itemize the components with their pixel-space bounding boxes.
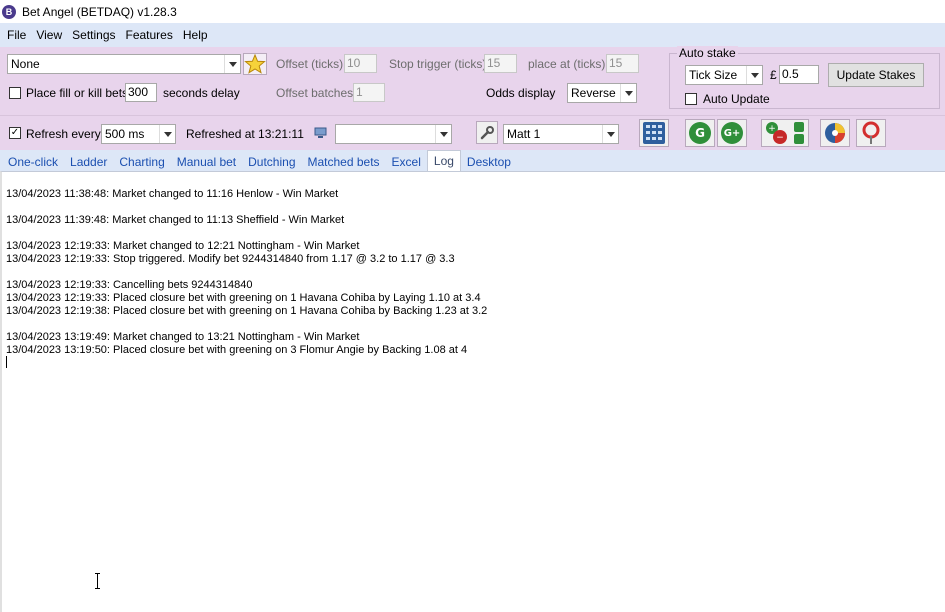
tab-ladder[interactable]: Ladder [64,152,113,171]
tab-manual-bet[interactable]: Manual bet [171,152,242,171]
tab-desktop[interactable]: Desktop [461,152,517,171]
stop-trigger-field[interactable]: 15 [484,54,517,73]
menu-settings[interactable]: Settings [68,28,119,42]
menu-view[interactable]: View [32,28,66,42]
wheel-icon [825,123,845,143]
place-fill-kill-label: Place fill or kill bets [26,86,129,100]
log-line: 13/04/2023 13:19:50: Placed closure bet … [6,344,468,356]
tab-charting[interactable]: Charting [113,152,170,171]
green-up-button[interactable]: G [685,119,715,147]
stop-button[interactable] [856,119,886,147]
chevron-down-icon[interactable] [435,125,451,143]
market-select-value: None [11,57,40,71]
auto-update-label: Auto Update [703,92,770,106]
user-select[interactable]: Matt 1 [503,124,619,144]
tab-dutching[interactable]: Dutching [242,152,301,171]
chevron-down-icon[interactable] [602,125,618,143]
text-caret [6,356,7,368]
monitor-icon[interactable] [313,126,329,140]
tab-one-click[interactable]: One-click [2,152,64,171]
menu-features[interactable]: Features [122,28,177,42]
log-line: 13/04/2023 12:19:33: Market changed to 1… [6,240,360,252]
profile-select[interactable] [335,124,452,144]
odds-display-select[interactable]: Reverse [567,83,637,103]
auto-update-checkbox[interactable] [685,93,697,105]
refresh-interval-select[interactable]: 500 ms [101,124,176,144]
offset-ticks-field[interactable]: 10 [344,54,377,73]
stake-mode-value: Tick Size [689,68,738,82]
currency-symbol: £ [770,68,777,82]
refresh-label: Refresh every [26,127,101,141]
ibeam-cursor-icon [95,573,100,589]
seconds-delay-label: seconds delay [163,86,240,100]
chevron-down-icon[interactable] [224,55,240,73]
refresh-checkbox[interactable]: ✓ [9,127,21,139]
stake-amount-field[interactable]: 0.5 [779,65,819,84]
refreshed-at-label: Refreshed at 13:21:11 [186,127,304,141]
log-line: 13/04/2023 12:19:33: Stop triggered. Mod… [6,253,455,265]
chart-wheel-button[interactable] [820,119,850,147]
menu-help[interactable]: Help [179,28,212,42]
tab-bar: One-click Ladder Charting Manual bet Dut… [0,150,945,171]
bet-actions-button[interactable]: + − [761,119,809,147]
odds-display-label: Odds display [486,86,556,100]
log-line: 13/04/2023 11:39:48: Market changed to 1… [6,214,345,226]
chevron-down-icon[interactable] [746,66,762,84]
tab-log[interactable]: Log [426,150,461,171]
stop-pin-icon [862,121,880,144]
log-line: 13/04/2023 12:19:33: Cancelling bets 924… [6,279,253,291]
place-at-field[interactable]: 15 [606,54,639,73]
green-up-icon: G [689,122,711,144]
delay-field[interactable]: 300 [125,83,157,102]
chevron-down-icon[interactable] [620,84,636,102]
calculator-icon [643,122,665,144]
place-at-label: place at (ticks) [528,57,606,71]
odds-display-value: Reverse [571,86,616,100]
place-fill-kill-checkbox[interactable] [9,87,21,99]
window-title: Bet Angel (BETDAQ) v1.28.3 [22,4,177,19]
update-stakes-button[interactable]: Update Stakes [828,63,924,87]
calculator-button[interactable] [639,119,669,147]
menu-bar: File View Settings Features Help [0,23,945,47]
favourite-button[interactable] [243,53,267,75]
svg-text:−: − [776,133,784,143]
offset-batches-field[interactable]: 1 [353,83,385,102]
wrench-button[interactable] [476,121,498,144]
log-line: 13/04/2023 12:19:33: Placed closure bet … [6,292,481,304]
bet-actions-icon: + − [766,122,804,144]
star-icon [244,53,266,74]
log-line: 13/04/2023 11:38:48: Market changed to 1… [6,188,339,200]
menu-file[interactable]: File [3,28,30,42]
green-all-icon: G+ [721,122,743,144]
tab-excel[interactable]: Excel [386,152,427,171]
refresh-interval-value: 500 ms [105,127,145,141]
offset-batches-label: Offset batches [276,86,354,100]
log-line: 13/04/2023 13:19:49: Market changed to 1… [6,331,360,343]
log-line: 13/04/2023 12:19:38: Placed closure bet … [6,305,488,317]
app-logo-icon: B [2,4,16,19]
market-select[interactable]: None [7,54,241,74]
title-bar: B Bet Angel (BETDAQ) v1.28.3 [0,0,945,23]
user-select-value: Matt 1 [507,127,541,141]
log-text-area[interactable]: 13/04/2023 11:38:48: Market changed to 1… [0,171,945,612]
tab-matched-bets[interactable]: Matched bets [302,152,386,171]
chevron-down-icon[interactable] [159,125,175,143]
auto-stake-title: Auto stake [677,46,738,60]
stop-trigger-label: Stop trigger (ticks) [389,57,487,71]
offset-ticks-label: Offset (ticks) [276,57,344,71]
green-all-button[interactable]: G+ [717,119,747,147]
wrench-icon [480,125,494,139]
stake-mode-select[interactable]: Tick Size [685,65,763,85]
